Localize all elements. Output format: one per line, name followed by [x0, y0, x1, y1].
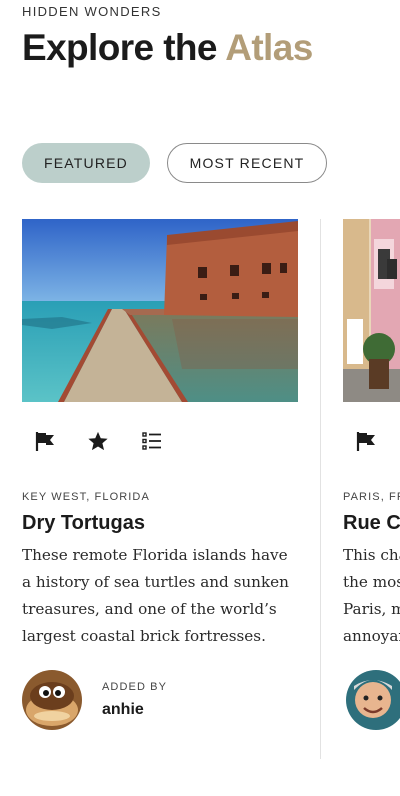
avatar[interactable]: [346, 670, 400, 730]
added-by-label: ADDED BY: [102, 681, 168, 693]
avatar[interactable]: [22, 670, 82, 730]
description-line: annoyar: [343, 627, 400, 645]
description-line: the mos: [343, 573, 400, 591]
page-title: Explore the Atlas: [22, 27, 313, 69]
card-location: KEY WEST, FLORIDA: [22, 491, 150, 503]
place-photo[interactable]: [22, 219, 298, 402]
title-main: Explore the: [22, 27, 226, 68]
tab-most-recent[interactable]: MOST RECENT: [167, 143, 327, 183]
title-accent: Atlas: [225, 27, 313, 68]
list-icon[interactable]: [139, 428, 165, 454]
place-card[interactable]: KEY WEST, FLORIDA Dry Tortugas These rem…: [22, 219, 298, 759]
flag-icon[interactable]: [353, 428, 379, 454]
description-line: Paris, m: [343, 600, 400, 618]
place-photo[interactable]: [343, 219, 400, 402]
card-divider: [320, 219, 321, 759]
card-description: This cha the mos Paris, m annoyar: [343, 542, 400, 650]
flag-icon[interactable]: [32, 428, 58, 454]
star-icon[interactable]: [85, 428, 111, 454]
page-eyebrow: HIDDEN WONDERS: [22, 4, 162, 19]
card-description: These remote Florida islands have a hist…: [22, 546, 289, 645]
description-line: This cha: [343, 546, 400, 564]
card-title[interactable]: Rue C: [343, 512, 400, 535]
place-card[interactable]: PARIS, FRA Rue C This cha the mos Paris,…: [343, 219, 400, 759]
tab-featured[interactable]: FEATURED: [22, 143, 150, 183]
card-title[interactable]: Dry Tortugas: [22, 512, 145, 535]
username[interactable]: anhie: [102, 701, 144, 719]
card-location: PARIS, FRA: [343, 491, 400, 503]
